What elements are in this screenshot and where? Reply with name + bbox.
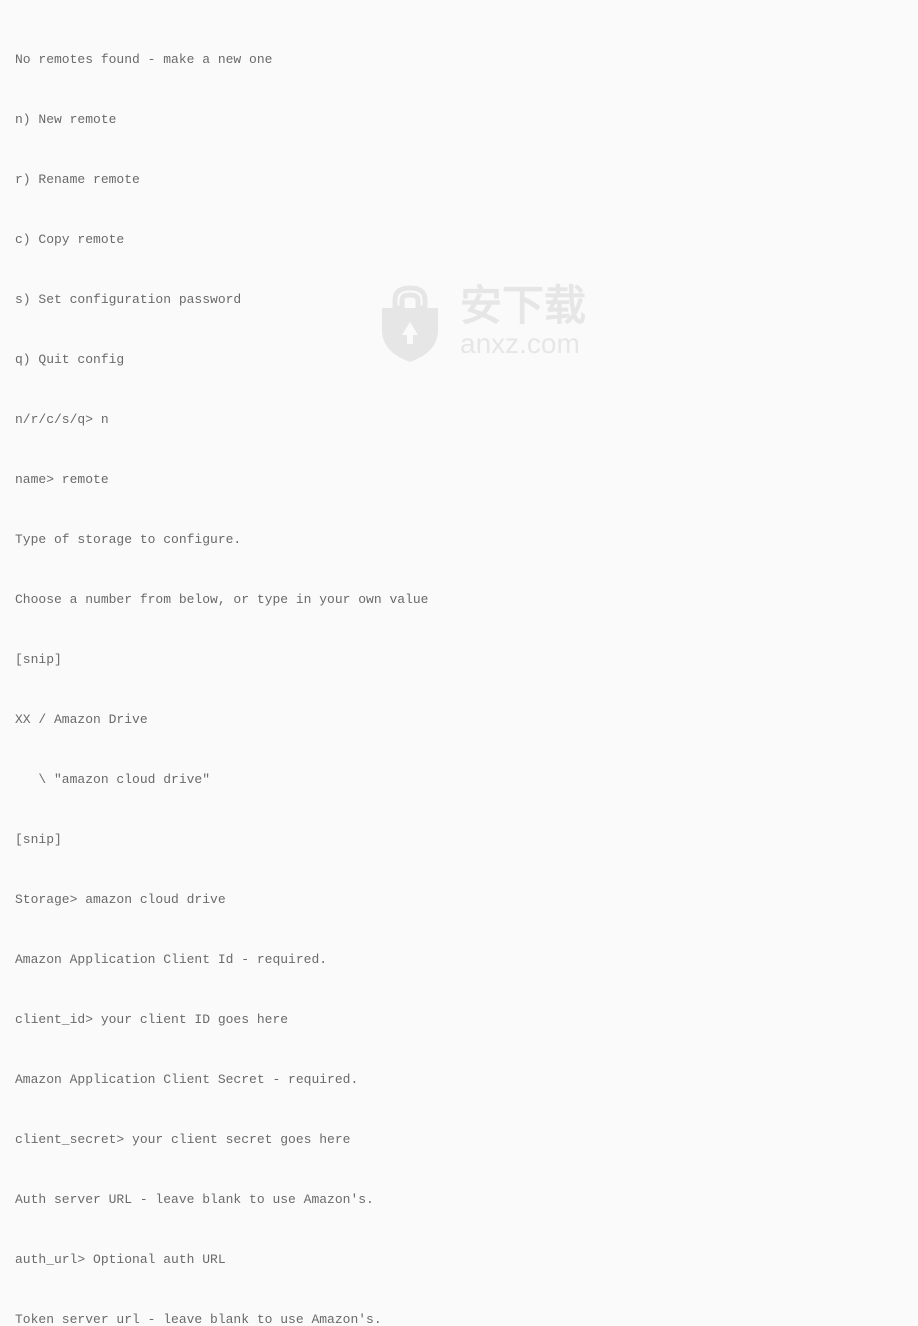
terminal-line: client_secret> your client secret goes h… xyxy=(15,1130,903,1150)
terminal-line: auth_url> Optional auth URL xyxy=(15,1250,903,1270)
terminal-line: Choose a number from below, or type in y… xyxy=(15,590,903,610)
terminal-line: n) New remote xyxy=(15,110,903,130)
terminal-line: q) Quit config xyxy=(15,350,903,370)
terminal-line: Storage> amazon cloud drive xyxy=(15,890,903,910)
terminal-line: Amazon Application Client Secret - requi… xyxy=(15,1070,903,1090)
terminal-line: Type of storage to configure. xyxy=(15,530,903,550)
terminal-line: Auth server URL - leave blank to use Ama… xyxy=(15,1190,903,1210)
terminal-line: XX / Amazon Drive xyxy=(15,710,903,730)
terminal-line: [snip] xyxy=(15,830,903,850)
terminal-line: c) Copy remote xyxy=(15,230,903,250)
terminal-line: n/r/c/s/q> n xyxy=(15,410,903,430)
terminal-line: [snip] xyxy=(15,650,903,670)
terminal-line: name> remote xyxy=(15,470,903,490)
terminal-line: \ "amazon cloud drive" xyxy=(15,770,903,790)
terminal-line: Amazon Application Client Id - required. xyxy=(15,950,903,970)
terminal-line: Token server url - leave blank to use Am… xyxy=(15,1310,903,1326)
terminal-line: r) Rename remote xyxy=(15,170,903,190)
terminal-line: client_id> your client ID goes here xyxy=(15,1010,903,1030)
terminal-line: s) Set configuration password xyxy=(15,290,903,310)
terminal-output: No remotes found - make a new one n) New… xyxy=(15,10,903,1326)
terminal-line: No remotes found - make a new one xyxy=(15,50,903,70)
